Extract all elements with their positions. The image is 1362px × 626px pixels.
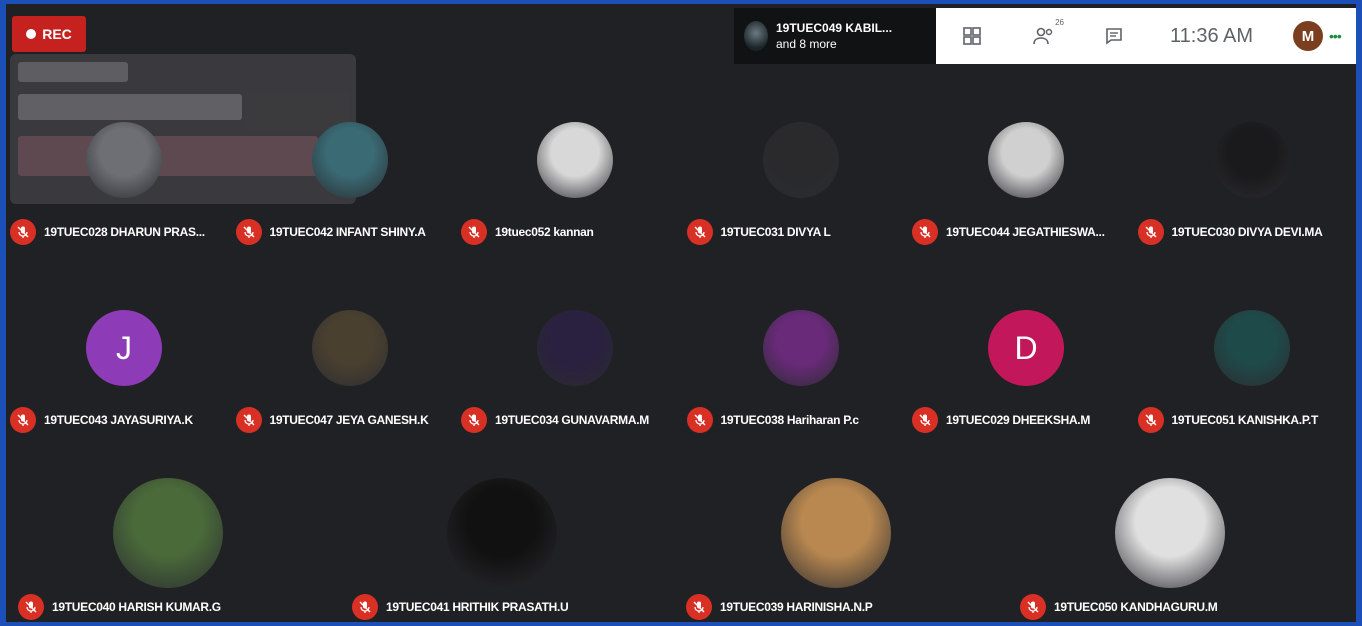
recording-label: REC: [42, 26, 72, 42]
user-avatar[interactable]: M: [1293, 21, 1324, 51]
participant-avatar: [1213, 310, 1290, 386]
participant-name-row: 19TUEC030 DIVYA DEVI.MA: [1137, 219, 1323, 245]
mic-off-icon: [686, 407, 713, 433]
participant-name-row: 19TUEC051 KANISHKA.P.T: [1137, 407, 1319, 433]
participant-name-row: 19TUEC034 GUNAVARMA.M: [461, 407, 649, 433]
participant-name: 19TUEC039 HARINISHA.N.P: [720, 600, 873, 614]
participant-name-row: 19TUEC031 DIVYA L: [686, 219, 831, 245]
mic-off-icon: [352, 594, 378, 620]
participant-name: 19TUEC029 DHEEKSHA.M: [946, 413, 1091, 427]
participant-avatar: [537, 310, 613, 386]
participant-name-row: 19TUEC040 HARISH KUMAR.G: [18, 594, 221, 620]
mic-off-icon: [1137, 407, 1164, 433]
participant-avatar: [447, 478, 557, 588]
layout-icon[interactable]: [960, 24, 984, 48]
participant-avatar: [762, 122, 839, 198]
active-speaker-chip[interactable]: 19TUEC049 KABIL... and 8 more: [734, 8, 936, 64]
participant-name: 19TUEC028 DHARUN PRAS...: [44, 225, 205, 239]
mic-off-icon: [686, 594, 712, 620]
participant-avatar: [781, 478, 891, 588]
mic-off-icon: [10, 407, 36, 433]
speaker-more: and 8 more: [776, 37, 837, 51]
mic-off-icon: [10, 219, 36, 245]
participant-name: 19tuec052 kannan: [495, 225, 594, 239]
participant-avatar: [1115, 478, 1225, 588]
mic-off-icon: [235, 219, 262, 245]
people-count: 26: [1055, 18, 1064, 27]
speaker-name: 19TUEC049 KABIL...: [776, 21, 893, 35]
participant-name-row: 19TUEC041 HRITHIK PRASATH.U: [352, 594, 569, 620]
participant-avatar: [537, 122, 613, 198]
participant-avatar: [762, 310, 839, 386]
participant-avatar: [1213, 122, 1290, 198]
participant-avatar: [311, 122, 388, 198]
participant-name: 19TUEC030 DIVYA DEVI.MA: [1171, 225, 1323, 239]
mic-off-icon: [461, 407, 487, 433]
participant-name-row: 19TUEC044 JEGATHIESWA...: [912, 219, 1105, 245]
participant-avatar: D: [988, 310, 1064, 386]
participant-name-row: 19TUEC038 Hariharan P.c: [686, 407, 860, 433]
mic-off-icon: [686, 219, 713, 245]
meet-call-view: REC 19TUEC049 KABIL... and 8 more 26 11:…: [6, 4, 1356, 622]
participant-name: 19TUEC034 GUNAVARMA.M: [495, 413, 649, 427]
participant-name: 19TUEC044 JEGATHIESWA...: [946, 225, 1105, 239]
participant-name: 19TUEC051 KANISHKA.P.T: [1171, 413, 1319, 427]
participant-name: 19TUEC050 KANDHAGURU.M: [1054, 600, 1218, 614]
mic-off-icon: [461, 219, 487, 245]
mic-off-icon: [912, 407, 938, 433]
participant-name-row: 19TUEC050 KANDHAGURU.M: [1020, 594, 1218, 620]
mic-off-icon: [235, 407, 262, 433]
chat-overlay-panel: [10, 54, 356, 204]
participant-avatar: [988, 122, 1064, 198]
participant-avatar: [311, 310, 388, 386]
speaker-avatar: [744, 21, 768, 51]
participant-avatar: [86, 122, 162, 198]
participant-name-row: 19TUEC047 JEYA GANESH.K: [235, 407, 429, 433]
participant-name: 19TUEC038 Hariharan P.c: [720, 413, 860, 427]
participant-name: 19TUEC031 DIVYA L: [720, 225, 831, 239]
participant-avatar: [113, 478, 223, 588]
mic-off-icon: [912, 219, 938, 245]
participant-name-row: 19TUEC039 HARINISHA.N.P: [686, 594, 873, 620]
chat-icon[interactable]: [1102, 24, 1126, 48]
mic-off-icon: [1020, 594, 1046, 620]
participant-name: 19TUEC040 HARISH KUMAR.G: [52, 600, 221, 614]
participant-avatar: J: [86, 310, 162, 386]
more-icon[interactable]: •••: [1329, 28, 1342, 44]
participant-name: 19TUEC042 INFANT SHINY.A: [269, 225, 426, 239]
participant-name-row: 19TUEC043 JAYASURIYA.K: [10, 407, 193, 433]
participant-name-row: 19TUEC042 INFANT SHINY.A: [235, 219, 426, 245]
participant-name-row: 19TUEC029 DHEEKSHA.M: [912, 407, 1090, 433]
meeting-top-bar: 26 11:36 AM M •••: [936, 8, 1356, 64]
participant-name-row: 19tuec052 kannan: [461, 219, 594, 245]
mic-off-icon: [1137, 219, 1164, 245]
participant-name-row: 19TUEC028 DHARUN PRAS...: [10, 219, 205, 245]
clock: 11:36 AM: [1170, 24, 1254, 47]
people-icon[interactable]: 26: [1032, 18, 1064, 48]
record-dot-icon: [26, 29, 37, 39]
mic-off-icon: [18, 594, 44, 620]
participant-name: 19TUEC047 JEYA GANESH.K: [269, 413, 429, 427]
participant-name: 19TUEC041 HRITHIK PRASATH.U: [386, 600, 569, 614]
participant-name: 19TUEC043 JAYASURIYA.K: [44, 413, 193, 427]
recording-indicator: REC: [12, 16, 86, 52]
